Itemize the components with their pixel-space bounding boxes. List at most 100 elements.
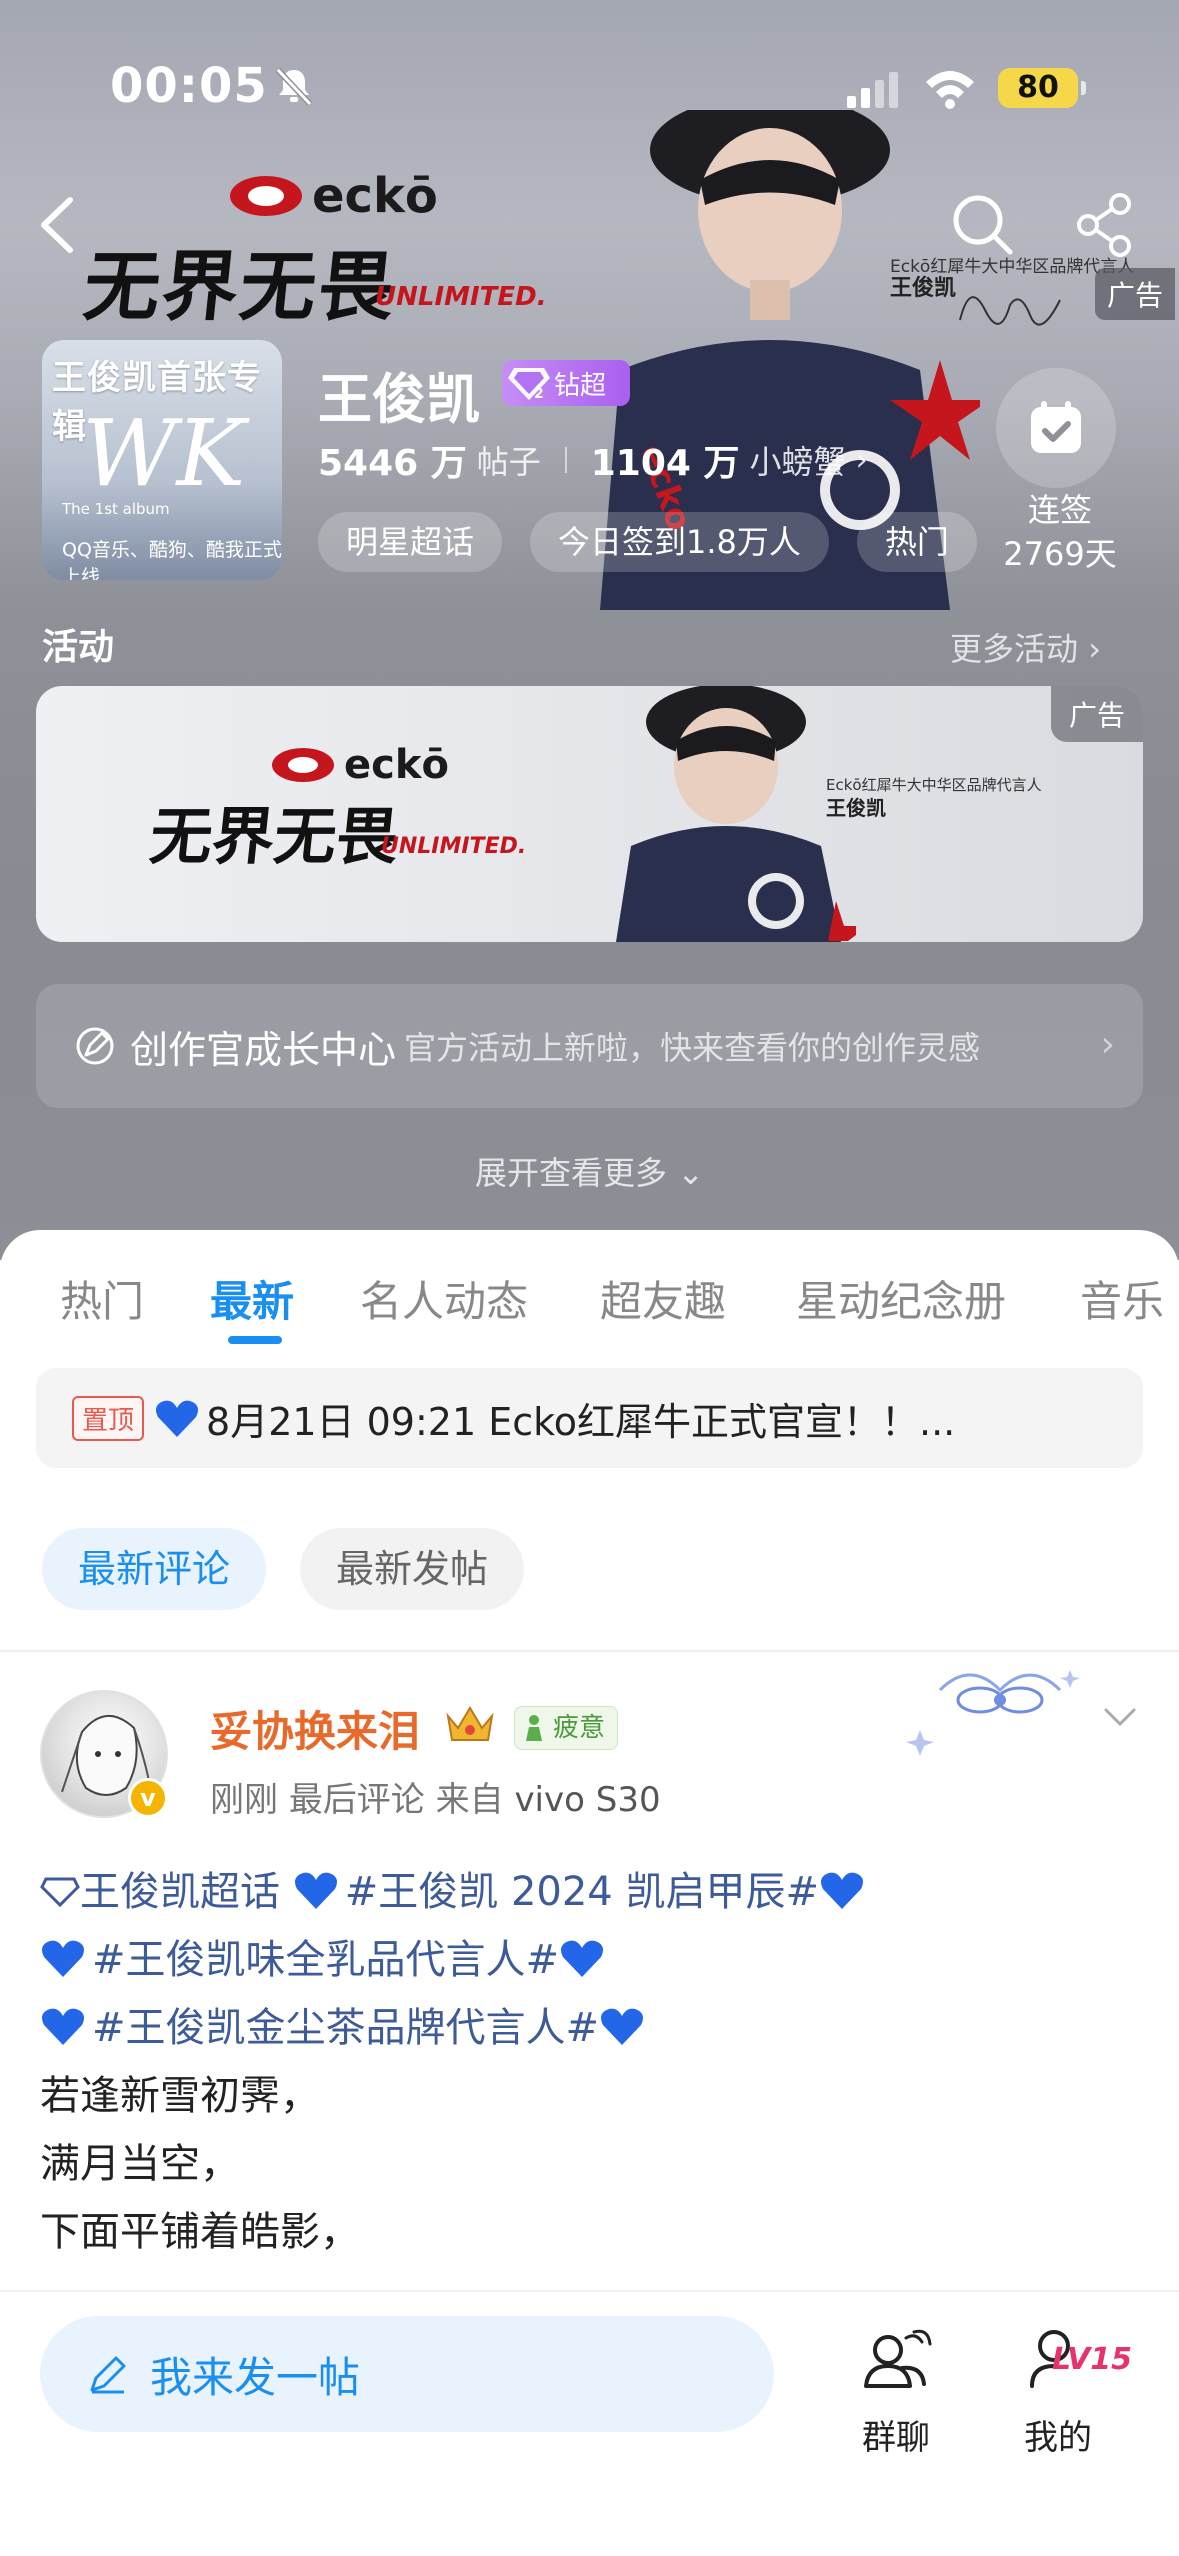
search-icon[interactable] <box>948 190 1018 260</box>
brand-logo: eckō <box>272 742 449 788</box>
cellular-signal-icon <box>847 72 898 108</box>
filter-latest-comments[interactable]: 最新评论 <box>42 1528 267 1610</box>
chip-checkin-count[interactable]: 今日签到1.8万人 <box>530 512 829 572</box>
brand-slogan-sub: UNLIMITED. <box>381 834 527 859</box>
brand-logo-text: eckō <box>344 742 449 788</box>
brand-logo: eckō <box>230 168 438 224</box>
blue-heart-icon <box>156 1400 199 1437</box>
feed-tabs: 热门 最新 名人动态 超友趣 星动纪念册 音乐 <box>0 1230 1179 1360</box>
post-device: vivo S30 <box>514 1780 661 1820</box>
post-author-name[interactable]: 妥协换来泪 <box>210 1698 420 1759</box>
blue-heart-icon <box>42 2008 84 2045</box>
group-chat-icon <box>864 2329 932 2388</box>
tab-music[interactable]: 音乐 <box>1080 1268 1164 1329</box>
bow-decoration-image <box>906 1670 1080 1756</box>
chip-star-topic[interactable]: 明星超话 <box>318 512 503 572</box>
post-line: #王俊凯味全乳品代言人# <box>40 1926 1140 1994</box>
checkin-streak: 连签 2769天 <box>960 488 1160 576</box>
blue-heart-icon <box>601 2008 644 2045</box>
supertopic-header: ecko 00:05 80 eckō 无界无畏 UNLIMITED. Eckō红… <box>0 0 1179 1260</box>
rhino-logo-icon <box>272 748 334 782</box>
brand-slogan-sub: UNLIMITED. <box>375 282 547 312</box>
profile-button[interactable]: LV15 我的 <box>988 2320 1132 2459</box>
posts-label: 帖子 <box>476 443 541 481</box>
tab-memorial-album[interactable]: 星动纪念册 <box>796 1268 1006 1329</box>
battery-indicator: 80 <box>998 68 1086 108</box>
fans-label[interactable]: 小螃蟹 <box>749 437 845 483</box>
brand-slogan: 无界无畏 <box>79 242 401 331</box>
compose-label: 我来发一帖 <box>150 2352 361 2402</box>
post-source-label: 来自 <box>435 1780 504 1820</box>
more-activities-label: 更多活动 <box>950 630 1079 668</box>
pinned-tag: 置顶 <box>72 1395 145 1441</box>
topic-stats: 5446 万 帖子 1104 万 小螃蟹 › <box>318 434 868 486</box>
post-time: 刚刚 <box>210 1780 278 1820</box>
album-caption: QQ音乐、酷狗、酷我正式上线 <box>62 539 282 580</box>
hashtag-link[interactable]: #王俊凯 2024 凯启甲辰# <box>345 1869 819 1915</box>
topic-chips: 明星超话 今日签到1.8万人 热门 <box>318 512 977 572</box>
post-body[interactable]: 王俊凯超话 #王俊凯 2024 凯启甲辰# #王俊凯味全乳品代言人# #王俊凯金尘茶… <box>40 1858 1140 2266</box>
chevron-down-icon[interactable] <box>1098 1698 1142 1734</box>
chevron-down-icon: ⌄ <box>677 1154 704 1192</box>
mood-label: 疲意 <box>553 1713 606 1743</box>
checkin-days: 2769天 <box>1003 535 1117 573</box>
hashtag-link[interactable]: 王俊凯超话 <box>80 1869 293 1915</box>
creator-center-entry[interactable]: 创作官成长中心 官方活动上新啦，快来查看你的创作灵感 › <box>36 984 1143 1108</box>
banner-portrait-image <box>616 686 856 942</box>
more-activities-link[interactable]: 更多活动 › <box>950 624 1101 670</box>
compose-post-button[interactable]: 我来发一帖 <box>40 2316 774 2432</box>
filter-latest-posts[interactable]: 最新发帖 <box>300 1528 525 1610</box>
post-line: #王俊凯金尘茶品牌代言人# <box>40 1994 1140 2062</box>
mute-bell-icon <box>275 67 313 107</box>
brand-logo-text: eckō <box>312 168 438 224</box>
ad-label: 广告 <box>1095 268 1176 320</box>
diamond-icon <box>40 1877 80 1908</box>
activity-title: 活动 <box>42 627 115 668</box>
tab-latest[interactable]: 最新 <box>210 1268 294 1329</box>
tab-celebrity-updates[interactable]: 名人动态 <box>360 1268 528 1329</box>
crown-badge-icon <box>446 1706 494 1741</box>
pinned-post-text: 8月21日 09:21 Ecko红犀牛正式官宣！！... <box>206 1399 956 1444</box>
tab-fan-fun[interactable]: 超友趣 <box>600 1268 726 1329</box>
endorse-name: 王俊凯 <box>890 276 957 301</box>
back-arrow-icon[interactable] <box>30 190 90 260</box>
badge-label: 钻超 <box>554 370 607 401</box>
active-tab-indicator <box>228 1336 282 1344</box>
expand-more-button[interactable]: 展开查看更多 ⌄ <box>0 1148 1179 1194</box>
status-time: 00:05 <box>110 58 268 114</box>
activity-banner[interactable]: eckō 无界无畏 UNLIMITED. Eckō红犀牛大中华区品牌代言人 王俊… <box>36 686 1143 942</box>
blue-heart-icon <box>561 1940 604 1977</box>
post-line: 满月当空， <box>40 2130 1140 2198</box>
blue-heart-icon <box>820 1872 863 1909</box>
checkin-label: 连签 <box>1027 491 1092 529</box>
diamond-badge[interactable]: 2 钻超 <box>502 360 630 406</box>
profile-label: 我的 <box>1024 2418 1092 2458</box>
mood-figure-icon <box>526 1715 542 1741</box>
group-chat-button[interactable]: 群聊 <box>826 2320 966 2459</box>
pinned-post[interactable]: 置顶 8月21日 09:21 Ecko红犀牛正式官宣！！... <box>36 1368 1143 1468</box>
endorse-name: 王俊凯 <box>826 796 886 820</box>
blue-heart-icon <box>294 1872 337 1909</box>
calendar-check-icon <box>1031 401 1081 453</box>
brand-slogan: 无界无畏 <box>146 800 403 873</box>
bottom-bar: 我来发一帖 群聊 LV15 我的 <box>0 2290 1179 2556</box>
pencil-icon <box>90 2356 126 2394</box>
chevron-right-icon: › <box>1100 1024 1115 1065</box>
posts-count: 5446 万 <box>318 443 467 484</box>
post-meta: 刚刚 最后评论 来自 vivo S30 <box>210 1772 661 1821</box>
share-icon[interactable] <box>1070 190 1140 260</box>
post-action: 最后评论 <box>288 1780 425 1820</box>
topic-name: 王俊凯 <box>318 368 480 431</box>
hashtag-link[interactable]: #王俊凯味全乳品代言人# <box>92 1937 559 1983</box>
fans-count[interactable]: 1104 万 <box>591 434 740 486</box>
post-line: 下面平铺着皓影， <box>40 2198 1140 2266</box>
checkin-button[interactable] <box>996 368 1116 488</box>
tab-hot[interactable]: 热门 <box>60 1268 144 1329</box>
rhino-logo-icon <box>230 176 302 216</box>
post-line: 若逢新雪初霁， <box>40 2062 1140 2130</box>
hashtag-link[interactable]: #王俊凯金尘茶品牌代言人# <box>92 2005 599 2051</box>
creator-center-title: 创作官成长中心 <box>130 1027 397 1072</box>
supertopic-cover[interactable]: 王俊凯首张专辑 WK The 1st album QQ音乐、酷狗、酷我正式上线 <box>42 340 282 580</box>
chip-hot[interactable]: 热门 <box>856 512 977 572</box>
svg-text:2: 2 <box>534 386 544 402</box>
